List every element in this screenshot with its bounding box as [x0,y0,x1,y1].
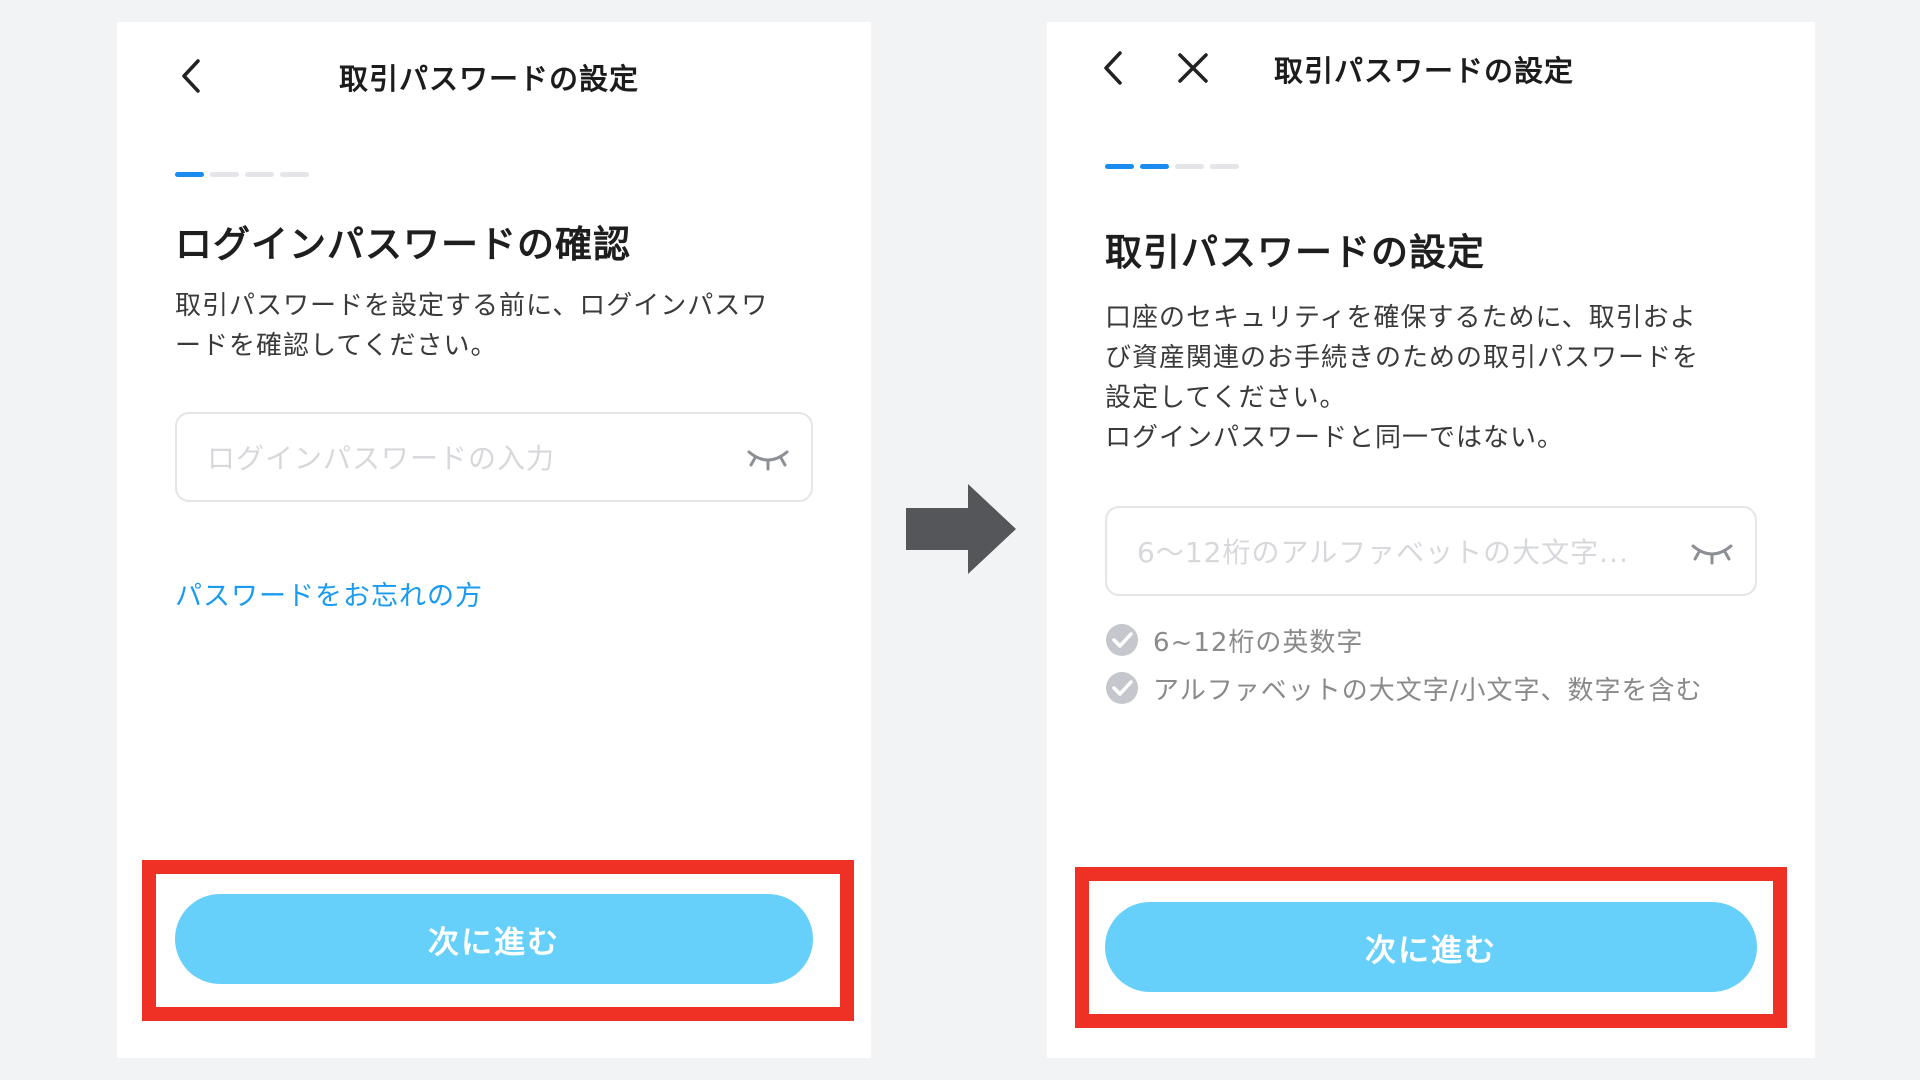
progress-step-4 [1210,164,1239,169]
progress-step-2 [1140,164,1169,169]
top-navigation-bar: 取引パスワードの設定 [1047,22,1815,132]
description: 口座のセキュリティを確保するために、取引およ び資産関連のお手続きのための取引パ… [1105,298,1785,458]
progress-step-2 [210,172,239,177]
section-heading: 取引パスワードの設定 [1105,231,1485,274]
trading-password-input[interactable]: 6～12桁のアルファベットの大文字... [1105,506,1757,596]
next-button-highlight-right [1075,867,1787,1028]
eye-closed-icon[interactable] [1689,536,1735,566]
description-line: ログインパスワードと同一ではない。 [1105,423,1565,453]
password-rules: 6~12桁の英数字 アルファベットの大文字/小文字、数字を含む [1105,616,1703,712]
next-button-highlight-left [142,860,854,1021]
login-password-placeholder: ログインパスワードの入力 [207,442,556,475]
section-heading: ログインパスワードの確認 [175,223,631,266]
description-line: び資産関連のお手続きのための取引パスワードを [1105,343,1700,373]
page-title: 取引パスワードの設定 [339,62,640,96]
progress-stepper [1105,164,1239,169]
top-navigation-bar: 取引パスワードの設定 [117,22,871,132]
description-line: 取引パスワードを設定する前に、ログインパスワ [175,291,769,321]
trading-password-placeholder: 6～12桁のアルファベットの大文字... [1137,536,1629,569]
description-line: 口座のセキュリティを確保するために、取引およ [1105,303,1697,333]
progress-step-3 [1175,164,1204,169]
password-rule-text: 6~12桁の英数字 [1153,627,1364,658]
password-rule-text: アルファベットの大文字/小文字、数字を含む [1153,675,1703,706]
back-icon[interactable] [169,54,213,98]
progress-step-1 [1105,164,1134,169]
login-password-input[interactable]: ログインパスワードの入力 [175,412,813,502]
description: 取引パスワードを設定する前に、ログインパスワ ードを確認してください。 [175,286,835,366]
eye-closed-icon[interactable] [745,442,791,472]
progress-step-3 [245,172,274,177]
check-circle-icon [1106,624,1138,656]
close-icon[interactable] [1171,46,1215,90]
progress-stepper [175,172,309,177]
progress-step-4 [280,172,309,177]
password-rule: アルファベットの大文字/小文字、数字を含む [1105,664,1703,712]
forgot-password-link[interactable]: パスワードをお忘れの方 [175,574,483,613]
progress-step-1 [175,172,204,177]
right-arrow-icon [906,484,1016,574]
description-line: 設定してください。 [1105,383,1347,413]
page-title: 取引パスワードの設定 [1274,54,1575,88]
check-circle-icon [1106,672,1138,704]
description-line: ードを確認してください。 [175,331,498,361]
back-icon[interactable] [1091,46,1135,90]
password-rule: 6~12桁の英数字 [1105,616,1703,664]
